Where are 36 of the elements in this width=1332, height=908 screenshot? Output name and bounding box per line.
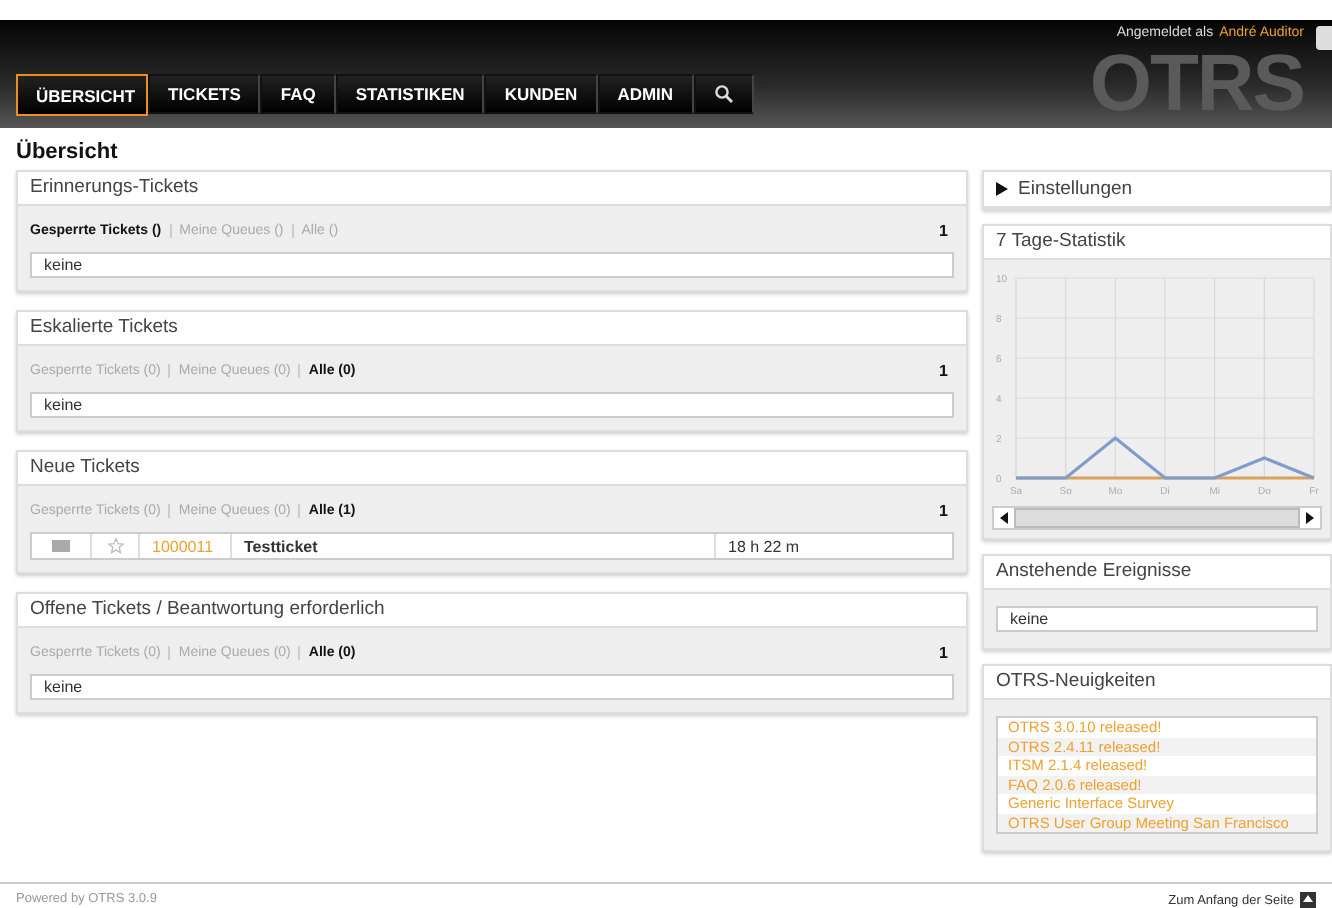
arrow-up-icon[interactable] [1300,892,1316,908]
nav-tab[interactable]: ÜBERSICHT [16,74,148,116]
page-number[interactable]: 1 [939,222,948,240]
star-icon[interactable] [107,538,123,554]
nav-tab[interactable]: FAQ [260,74,336,114]
page-title: Übersicht [14,137,120,168]
empty-message: keine [30,392,954,418]
ticket-age: 18 h 22 m [726,535,802,558]
nav-tab[interactable]: TICKETS [148,74,261,114]
ticket-icon [52,540,70,552]
empty-message: keine [30,674,954,700]
logo: OTRS [1089,44,1304,124]
page-number[interactable]: 1 [939,362,948,380]
widget-title: Anstehende Ereignisse [996,562,1192,582]
widget-title: OTRS-Neuigkeiten [996,672,1156,692]
expand-icon[interactable] [996,182,1008,196]
nav-tab[interactable]: STATISTIKEN [335,74,485,114]
widget-title: Offene Tickets / Beantwortung erforderlich [30,600,385,620]
search-button[interactable] [693,74,754,114]
page-number[interactable]: 1 [939,644,948,662]
widget-title: 7 Tage-Statistik [996,232,1126,252]
widget-title: Neue Tickets [30,458,140,478]
empty-message: keine [996,606,1318,632]
widget-title: Erinnerungs-Tickets [30,178,199,198]
page-number[interactable]: 1 [939,502,948,520]
scroll-left-icon[interactable] [1000,512,1008,524]
widget-title: Eskalierte Tickets [30,318,178,338]
ticket-title: Testticket [232,534,716,558]
horizontal-scrollbar[interactable] [992,506,1322,530]
ticket-row[interactable]: 1000011 Testticket 18 h 22 m [30,532,954,560]
widget-title[interactable]: Einstellungen [1018,179,1133,199]
nav-tab[interactable]: KUNDEN [484,74,598,114]
empty-message: keine [30,252,954,278]
scroll-right-icon[interactable] [1306,512,1314,524]
nav-tab[interactable]: ADMIN [597,74,694,114]
search-icon [713,84,734,104]
